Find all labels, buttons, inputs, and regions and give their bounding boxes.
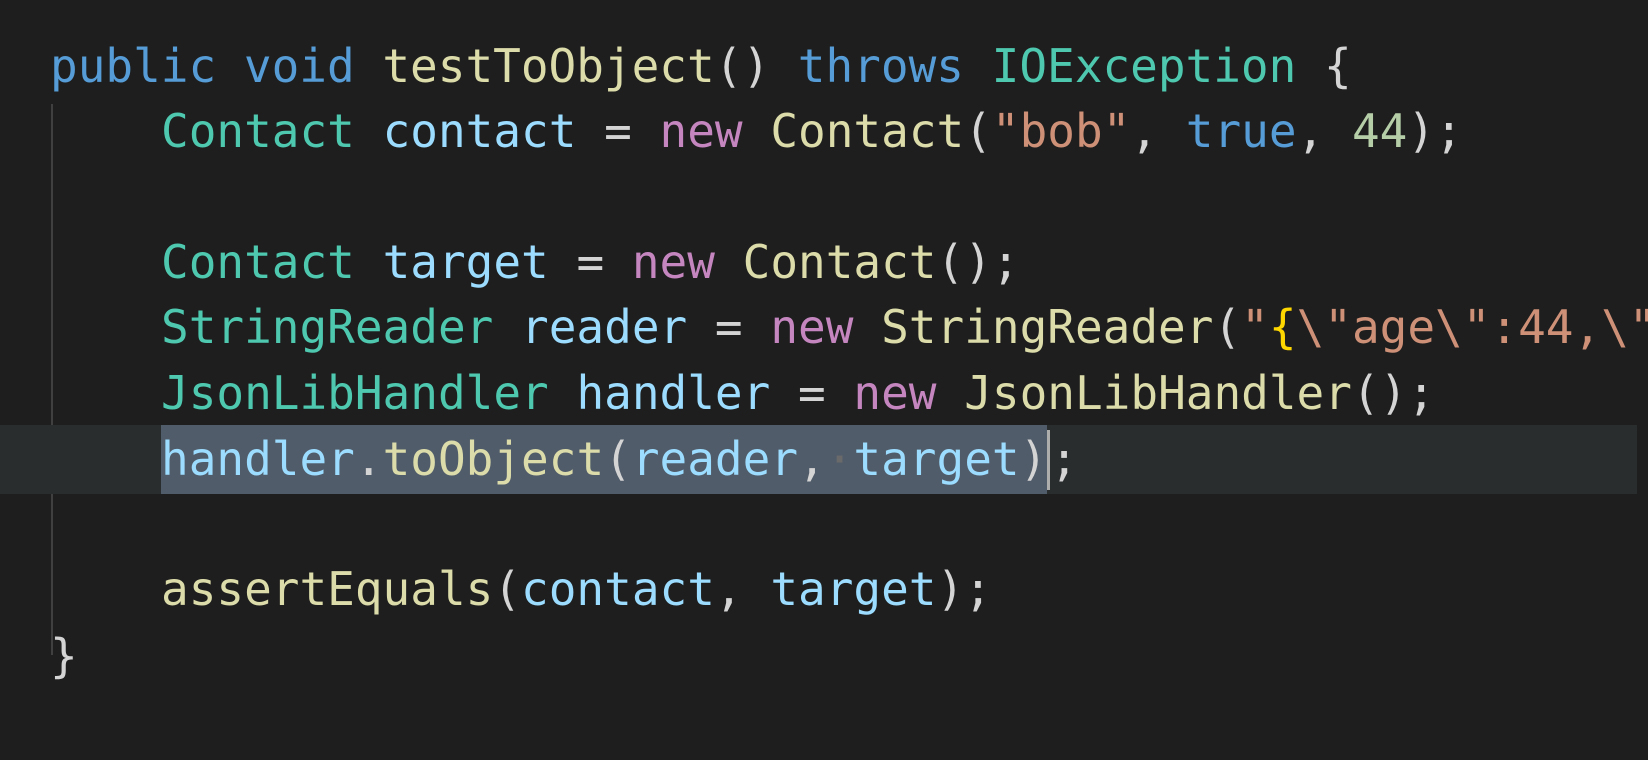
code-line-blank[interactable] xyxy=(50,162,161,231)
punctuation-token: ( xyxy=(964,104,992,158)
identifier-token: target xyxy=(382,235,549,289)
code-line-assert-call[interactable]: assertEquals(contact, target); xyxy=(50,555,992,624)
new-keyword-token: new xyxy=(659,104,743,158)
punctuation-token: , xyxy=(1130,104,1186,158)
code-line-contact-declaration[interactable]: Contact contact = new Contact("bob", tru… xyxy=(50,97,1463,166)
function-token: assertEquals xyxy=(161,562,494,616)
punctuation-token xyxy=(937,359,965,428)
punctuation-token xyxy=(743,97,771,166)
punctuation-token xyxy=(216,32,244,101)
identifier-token: reader xyxy=(631,432,799,486)
punctuation-token xyxy=(493,293,521,362)
punctuation-token: ; xyxy=(1050,432,1078,486)
punctuation-token: { xyxy=(1296,39,1352,93)
type-token: Contact xyxy=(161,104,355,158)
punctuation-token xyxy=(355,97,383,166)
code-line-method-close[interactable]: } xyxy=(50,622,78,691)
identifier-token: target xyxy=(770,562,937,616)
identifier-token: handler xyxy=(161,432,355,486)
punctuation-token: = xyxy=(548,235,632,289)
function-token: toObject xyxy=(382,432,605,486)
punctuation-token: , xyxy=(1296,104,1352,158)
identifier-token: handler xyxy=(576,366,771,420)
code-line-reader-declaration[interactable]: StringReader reader = new StringReader("… xyxy=(50,293,1648,362)
punctuation-token xyxy=(715,228,743,297)
keyword-token: true xyxy=(1185,104,1297,158)
punctuation-token: , xyxy=(714,562,771,616)
punctuation-token: = xyxy=(576,104,660,158)
punctuation-token xyxy=(355,32,383,101)
code-line-blank[interactable] xyxy=(50,490,161,559)
punctuation-token xyxy=(355,228,383,297)
punctuation-token: (); xyxy=(1351,366,1436,420)
type-token: StringReader xyxy=(161,300,494,354)
function-token: StringReader xyxy=(881,300,1214,354)
punctuation-token: ( xyxy=(604,432,632,486)
punctuation-token: ( xyxy=(1213,300,1242,354)
function-token: Contact xyxy=(742,235,937,289)
string-literal-token: " xyxy=(1241,300,1269,354)
keyword-token: void xyxy=(243,39,355,93)
punctuation-token: = xyxy=(770,366,854,420)
type-token: IOException xyxy=(991,39,1297,93)
code-line-method-signature[interactable]: public void testToObject() throws IOExce… xyxy=(50,32,1352,101)
new-keyword-token: new xyxy=(853,366,937,420)
code-line-target-declaration[interactable]: Contact target = new Contact (); xyxy=(50,228,1020,297)
punctuation-token: ( xyxy=(493,562,522,616)
punctuation-token: () xyxy=(714,39,798,93)
punctuation-token: ); xyxy=(1407,104,1463,158)
punctuation-token: , xyxy=(798,432,826,486)
punctuation-token: } xyxy=(50,629,78,683)
punctuation-token: (); xyxy=(936,235,1020,289)
keyword-token: throws xyxy=(797,39,964,93)
punctuation-token xyxy=(964,32,992,101)
string-literal-token: \"age\":44,\" xyxy=(1296,300,1648,354)
type-token: JsonLibHandler xyxy=(161,366,549,420)
text-selection[interactable]: handler.toObject(reader,·target) xyxy=(161,425,1048,494)
punctuation-token: . xyxy=(354,432,383,486)
punctuation-token: ); xyxy=(936,562,992,616)
code-editor[interactable]: public void testToObject() throws IOExce… xyxy=(0,0,1648,760)
number-literal-token: 44 xyxy=(1351,104,1408,158)
identifier-token: contact xyxy=(382,104,577,158)
identifier-token: reader xyxy=(521,300,688,354)
function-token: testToObject xyxy=(382,39,715,93)
identifier-token: target xyxy=(853,432,1020,486)
code-line-handler-declaration[interactable]: JsonLibHandler handler = new JsonLibHand… xyxy=(50,359,1435,428)
function-token: Contact xyxy=(770,104,965,158)
punctuation-token xyxy=(853,293,881,362)
identifier-token: contact xyxy=(521,562,715,616)
whitespace-marker-token: · xyxy=(825,432,854,486)
new-keyword-token: new xyxy=(631,235,715,289)
keyword-token: public xyxy=(50,39,217,93)
bracket-token: { xyxy=(1268,300,1297,354)
punctuation-token: ) xyxy=(1019,432,1048,486)
punctuation-token: = xyxy=(687,300,771,354)
code-line-to-object-call[interactable]: handler.toObject(reader,·target); xyxy=(0,425,1637,494)
function-token: JsonLibHandler xyxy=(964,366,1352,420)
string-literal-token: "bob" xyxy=(991,104,1131,158)
type-token: Contact xyxy=(161,235,355,289)
punctuation-token xyxy=(549,359,577,428)
new-keyword-token: new xyxy=(770,300,854,354)
